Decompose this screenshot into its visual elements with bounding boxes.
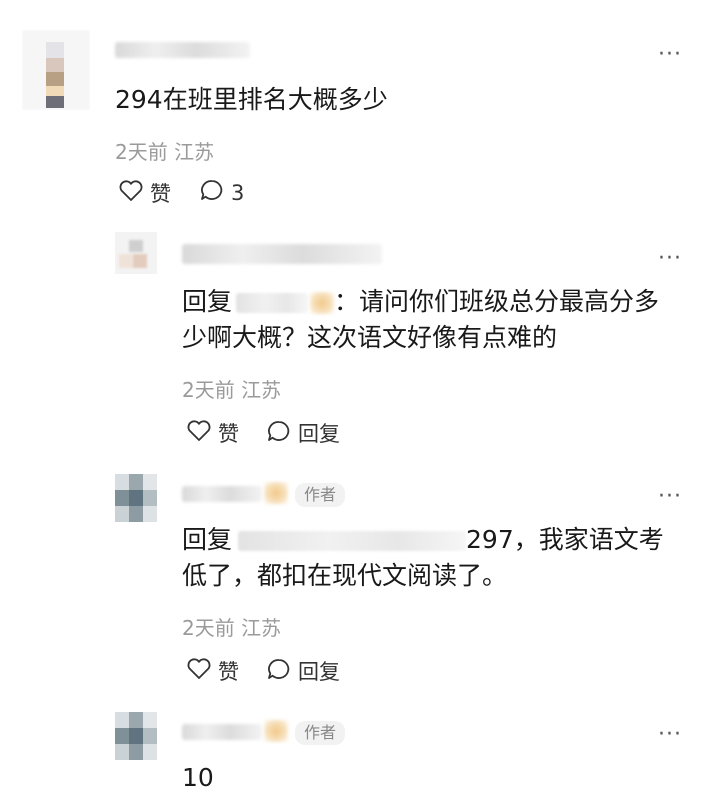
reply-line: 回复 ：请问你们班级总分最高分多 — [182, 284, 692, 320]
more-icon[interactable]: ··· — [658, 724, 682, 746]
reply-count: 3 — [231, 180, 245, 205]
more-icon[interactable]: ··· — [658, 44, 682, 66]
like-label: 赞 — [218, 422, 239, 446]
more-icon[interactable]: ··· — [658, 486, 682, 508]
comment-icon — [266, 419, 298, 448]
author-tag: 作者 — [295, 483, 346, 507]
reply-location: 江苏 — [241, 616, 282, 640]
avatar[interactable] — [115, 232, 157, 274]
reply-text: 回复 ：请问你们班级总分最高分多 少啊大概？这次语文好像有点难的 — [182, 284, 692, 356]
username-blurred[interactable] — [115, 42, 250, 58]
reply-text: 10 — [182, 763, 214, 792]
reply-text: 回复 297，我家语文考 低了，都扣在现代文阅读了。 — [182, 522, 692, 594]
mention-badge-blurred — [310, 292, 335, 314]
like-label: 赞 — [150, 182, 171, 206]
mention-blurred[interactable] — [238, 531, 467, 551]
reply-button[interactable]: 回复 — [266, 418, 340, 448]
username-blurred[interactable] — [182, 724, 262, 740]
username-blurred[interactable] — [182, 244, 382, 264]
reply-label: 回复 — [298, 422, 340, 446]
avatar[interactable] — [115, 474, 157, 522]
username-blurred[interactable] — [182, 486, 262, 502]
reply-text-line2: 少啊大概？这次语文好像有点难的 — [182, 323, 558, 352]
reply-count-button[interactable]: 3 — [199, 178, 244, 207]
reply-prefix: 回复 — [182, 287, 233, 316]
name-badge-blurred — [264, 720, 288, 742]
heart-icon — [186, 657, 218, 686]
reply-text-line1: 297，我家语文考 — [466, 525, 664, 554]
comment-time: 2天前 — [115, 140, 168, 164]
comment-text: 294在班里排名大概多少 — [115, 85, 388, 114]
reply-time: 2天前 — [182, 616, 235, 640]
avatar[interactable] — [22, 30, 90, 110]
like-label: 赞 — [218, 660, 239, 684]
avatar[interactable] — [115, 712, 157, 760]
reply-meta: 2天前 江苏 — [182, 612, 281, 641]
reply-location: 江苏 — [241, 378, 282, 402]
mention-blurred[interactable] — [236, 293, 309, 313]
comment-icon — [199, 178, 231, 207]
heart-icon — [118, 179, 150, 208]
reply-text-line2: 低了，都扣在现代文阅读了。 — [182, 561, 508, 590]
author-tag: 作者 — [295, 721, 346, 745]
reply-time: 2天前 — [182, 378, 235, 402]
reply-text-line1: ：请问你们班级总分最高分多 — [334, 287, 660, 316]
more-icon[interactable]: ··· — [658, 248, 682, 270]
reply-button[interactable]: 回复 — [266, 656, 340, 686]
comment-location: 江苏 — [174, 140, 215, 164]
like-button[interactable]: 赞 — [186, 656, 239, 686]
heart-icon — [186, 419, 218, 448]
reply-meta: 2天前 江苏 — [182, 374, 281, 403]
like-button[interactable]: 赞 — [186, 418, 239, 448]
comment-icon — [266, 657, 298, 686]
reply-label: 回复 — [298, 660, 340, 684]
comment-meta: 2天前 江苏 — [115, 136, 214, 165]
reply-line: 回复 297，我家语文考 — [182, 522, 692, 558]
reply-prefix: 回复 — [182, 525, 233, 554]
like-button[interactable]: 赞 — [118, 178, 171, 208]
name-badge-blurred — [264, 482, 288, 504]
